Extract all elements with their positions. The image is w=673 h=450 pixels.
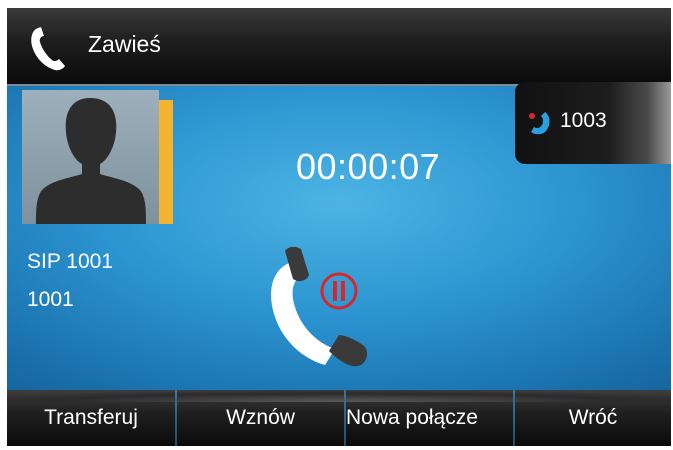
avatar	[22, 90, 173, 224]
new-call-label: Nowa połącze	[346, 406, 478, 429]
caller-name: SIP 1001	[27, 250, 114, 273]
caller-number: 1001	[27, 288, 74, 311]
person-silhouette-icon	[36, 98, 146, 224]
title-text: Zawieś	[88, 31, 161, 57]
avatar-photo	[22, 90, 159, 224]
new-call-button[interactable]: Nowa połącze	[346, 390, 513, 446]
pause-icon	[320, 272, 358, 310]
back-label: Wróć	[568, 406, 618, 429]
line-number: 1003	[560, 109, 607, 132]
line-key-1003[interactable]: 1003	[515, 82, 671, 164]
avatar-accent-tab	[159, 100, 173, 224]
softkey-bar: Transferuj Wznów Nowa połącze Wróć	[7, 390, 671, 446]
handset-icon	[31, 27, 65, 71]
back-button[interactable]: Wróć	[515, 390, 671, 446]
title-bar: Zawieś	[7, 8, 671, 86]
resume-button[interactable]: Wznów	[177, 390, 344, 446]
line-phone-icon	[529, 112, 550, 135]
phone-screen: Zawieś SIP 1001 1001 00:00:07 1003 Trans…	[7, 8, 671, 446]
hold-handset-icon	[271, 246, 368, 367]
resume-label: Wznów	[226, 406, 295, 429]
transfer-button[interactable]: Transferuj	[7, 390, 175, 446]
call-timer: 00:00:07	[296, 146, 441, 187]
transfer-label: Transferuj	[44, 406, 138, 429]
